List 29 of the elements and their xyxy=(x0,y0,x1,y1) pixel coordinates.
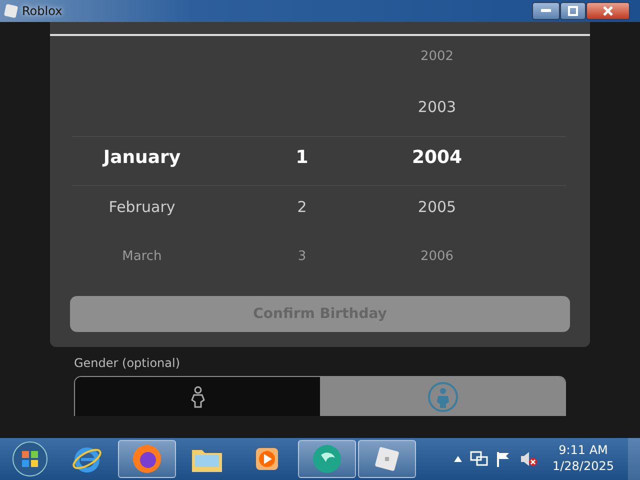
year-option[interactable]: 2003 xyxy=(367,82,507,132)
play-icon xyxy=(255,447,279,471)
app-icon xyxy=(4,4,18,18)
clock[interactable]: 9:11 AM 1/28/2025 xyxy=(552,443,614,475)
month-option[interactable]: March xyxy=(72,232,212,282)
year-option[interactable]: 2002 xyxy=(367,32,507,82)
minimize-button[interactable] xyxy=(532,2,560,20)
circle-logo-icon xyxy=(311,443,343,475)
date-text: 1/28/2025 xyxy=(552,459,614,475)
close-icon xyxy=(602,5,614,17)
month-option[interactable]: January xyxy=(72,132,212,182)
taskbar-app-button[interactable] xyxy=(118,440,176,478)
fox-globe-icon xyxy=(131,443,163,475)
window-title: Roblox xyxy=(22,3,62,20)
gender-label: Gender (optional) xyxy=(74,355,180,372)
minimize-icon xyxy=(541,9,551,13)
windows-logo-icon xyxy=(12,441,48,477)
caret-up-icon[interactable] xyxy=(454,456,462,462)
person-icon xyxy=(426,380,458,412)
taskbar-app-button[interactable] xyxy=(358,440,416,478)
maximize-icon xyxy=(568,6,578,16)
taskbar-app-button[interactable] xyxy=(298,440,356,478)
time-text: 9:11 AM xyxy=(558,443,608,459)
maximize-button[interactable] xyxy=(560,2,586,20)
muted-speaker-icon[interactable] xyxy=(520,451,538,467)
person-icon xyxy=(190,386,206,408)
close-button[interactable] xyxy=(586,2,630,20)
network-icon[interactable] xyxy=(470,451,488,467)
month-option[interactable]: February xyxy=(72,182,212,232)
